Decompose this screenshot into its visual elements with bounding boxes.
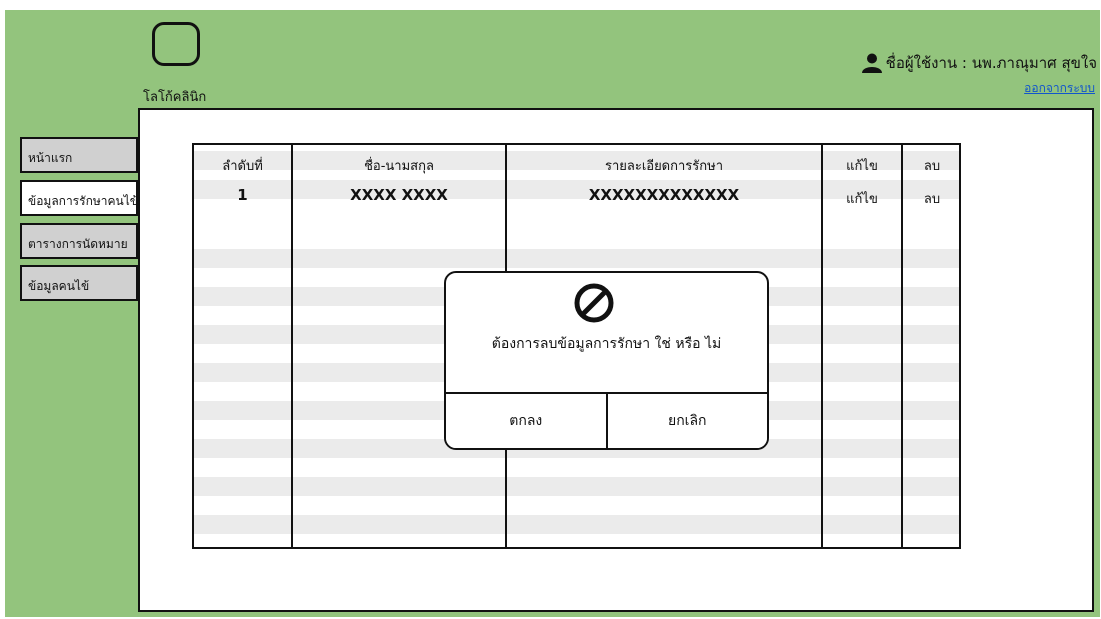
- dialog-button-bar: ตกลง ยกเลิก: [446, 392, 767, 448]
- row-delete-button[interactable]: ลบ: [903, 188, 959, 209]
- sidebar-item-appointments[interactable]: ตารางการนัดหมาย: [20, 223, 138, 259]
- cancel-button[interactable]: ยกเลิก: [607, 394, 767, 448]
- header-name: ชื่อ-นามสกุล: [364, 159, 434, 174]
- sidebar-item-treatment-records[interactable]: ข้อมูลการรักษาคนไข้: [20, 180, 138, 216]
- header-delete: ลบ: [923, 159, 941, 174]
- confirm-button[interactable]: ตกลง: [446, 394, 608, 448]
- delete-confirm-dialog: ต้องการลบข้อมูลการรักษา ใช่ หรือ ไม่ ตกล…: [444, 271, 769, 450]
- sidebar-item-home[interactable]: หน้าแรก: [20, 137, 138, 173]
- logo-label: โลโก้คลินิก: [143, 90, 207, 105]
- header-edit: แก้ไข: [846, 159, 878, 174]
- header-index: ลำดับที่: [222, 159, 263, 174]
- header-detail: รายละเอียดการรักษา: [604, 159, 724, 174]
- column-divider: [291, 145, 293, 547]
- user-name-label: ชื่อผู้ใช้งาน : นพ.ภาณุมาศ สุขใจ: [885, 54, 1097, 72]
- row-detail: XXXXXXXXXXXXX: [588, 186, 740, 204]
- clinic-logo: [152, 22, 200, 66]
- row-name: XXXX XXXX: [350, 186, 448, 204]
- row-index: 1: [237, 186, 248, 204]
- row-edit-button[interactable]: แก้ไข: [823, 188, 901, 209]
- dialog-message: ต้องการลบข้อมูลการรักษา ใช่ หรือ ไม่: [491, 336, 722, 352]
- table-row-bg: [194, 477, 959, 496]
- prohibited-icon: [574, 283, 614, 323]
- user-icon: [861, 53, 882, 73]
- table-row-bg: [194, 249, 959, 268]
- sidebar-item-patient-info[interactable]: ข้อมูลคนไข้: [20, 265, 138, 301]
- logout-link[interactable]: ออกจากระบบ: [1024, 79, 1095, 98]
- table-row-bg: [194, 515, 959, 534]
- user-info: ชื่อผู้ใช้งาน : นพ.ภาณุมาศ สุขใจ: [861, 51, 1097, 75]
